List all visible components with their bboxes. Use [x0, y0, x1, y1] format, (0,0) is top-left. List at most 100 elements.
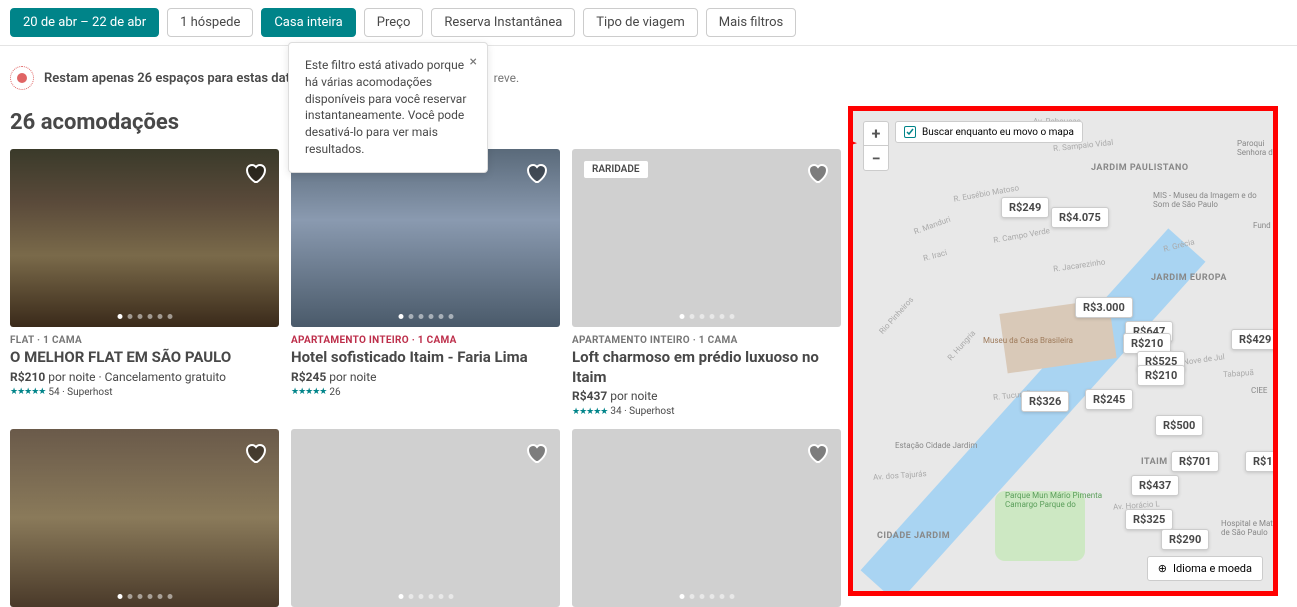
listing-card[interactable] [572, 429, 841, 607]
map-street-label: R. Iraci [922, 248, 948, 263]
listing-card[interactable]: RARIDADE APARTAMENTO INTEIRO · 1 CAMA Loft… [572, 149, 841, 417]
map-price-marker[interactable]: R$437 [1131, 475, 1179, 496]
map-street-label: R. Hungria [946, 329, 977, 363]
filter-dates[interactable]: 20 de abr – 22 de abr [10, 8, 159, 37]
listing-card[interactable] [10, 429, 279, 607]
wishlist-heart-icon[interactable] [805, 161, 829, 185]
map-poi-label: Paroqui Senhora d [1237, 139, 1273, 157]
listing-image[interactable] [291, 149, 560, 327]
listing-price: R$245 por noite [291, 370, 560, 384]
map-neighborhood-label: JARDIM PAULISTANO [1091, 163, 1189, 173]
notice-text: Restam apenas 26 espaços para estas data… [44, 71, 304, 86]
listing-image[interactable] [10, 149, 279, 327]
listing-rating: ★★★★★26 [291, 387, 560, 398]
wishlist-heart-icon[interactable] [524, 161, 548, 185]
filter-bar: 20 de abr – 22 de abr 1 hóspede Casa int… [0, 0, 1297, 46]
listing-card[interactable]: FLAT · 1 CAMA O MELHOR FLAT EM SÃO PAULO R… [10, 149, 279, 417]
map-neighborhood-label: CIDADE JARDIM [877, 531, 950, 541]
listings-column: 26 acomodações FLAT · 1 CAMAO MELHOR FLA… [0, 106, 848, 607]
zoom-out-button[interactable]: − [864, 146, 888, 170]
map-street-label: R. Campo Verde [993, 226, 1051, 245]
filter-more[interactable]: Mais filtros [706, 8, 797, 37]
tooltip-text: Este filtro está ativado porque há vária… [305, 58, 466, 156]
map-street-label: Av. dos Tajurás [873, 469, 927, 482]
map-street-label: Tabapuã [1223, 368, 1254, 379]
wishlist-heart-icon[interactable] [524, 441, 548, 465]
listing-image[interactable] [572, 429, 841, 607]
map-poi-label: Fund [1253, 221, 1271, 230]
availability-notice: Restam apenas 26 espaços para estas data… [0, 46, 1297, 106]
carousel-dots [398, 594, 453, 599]
map-street-label: Nove de Jul [1183, 352, 1226, 367]
map-price-marker[interactable]: R$3.000 [1075, 297, 1133, 318]
map-price-marker[interactable]: R$249 [1001, 197, 1049, 218]
wishlist-heart-icon[interactable] [805, 441, 829, 465]
listing-meta: APARTAMENTO INTEIRO · 1 CAMA [291, 335, 560, 346]
close-icon[interactable]: × [470, 53, 477, 73]
map-price-marker[interactable]: R$500 [1155, 415, 1203, 436]
star-icon: ★★★★★ [572, 407, 607, 417]
listing-image[interactable] [10, 429, 279, 607]
listing-title: Loft charmoso em prédio luxuoso no Itaim [572, 348, 841, 387]
map-frame: + − Buscar enquanto eu movo o mapa R. Sa… [848, 106, 1278, 596]
map-poi-label: CIEE [1251, 386, 1267, 395]
rarity-badge: RARIDADE [584, 161, 648, 178]
carousel-dots [679, 314, 734, 319]
filter-entire-home[interactable]: Casa inteira [261, 8, 355, 37]
filter-tooltip: Este filtro está ativado porque há vária… [288, 42, 488, 173]
filter-guests[interactable]: 1 hóspede [167, 8, 253, 37]
listing-card[interactable]: APARTAMENTO INTEIRO · 1 CAMA Hotel sofist… [291, 149, 560, 417]
alert-icon [10, 66, 34, 90]
wishlist-heart-icon[interactable] [243, 161, 267, 185]
map-poi-label: Parque Mun Mário Pimenta Camargo Parque … [1005, 491, 1115, 509]
map-poi-label: MIS - Museu da Imagem e do Som de São Pa… [1153, 191, 1263, 209]
listing-rating: ★★★★★54 · Superhost [10, 387, 279, 398]
map-poi-label: Museu da Casa Brasileira [983, 336, 1073, 345]
listing-price: R$437 por noite [572, 389, 841, 403]
listing-rating: ★★★★★34 · Superhost [572, 406, 841, 417]
notice-sub: reve. [494, 71, 520, 85]
listing-title: O MELHOR FLAT EM SÃO PAULO [10, 348, 279, 368]
listing-image[interactable] [291, 429, 560, 607]
map-search-toggle[interactable]: Buscar enquanto eu movo o mapa [895, 121, 1083, 143]
carousel-dots [398, 314, 453, 319]
listing-card[interactable] [291, 429, 560, 607]
map-poi-label: Estação Cidade Jardim [895, 441, 977, 450]
listing-title: Hotel sofisticado Itaim - Faria Lima [291, 348, 560, 368]
map-price-marker[interactable]: R$180 [1245, 451, 1278, 472]
map-price-marker[interactable]: R$326 [1021, 391, 1069, 412]
map-canvas[interactable]: R. Sampaio VidalAv. RebouçasR. Eusébio M… [853, 111, 1273, 591]
listing-image[interactable]: RARIDADE [572, 149, 841, 327]
carousel-dots [679, 594, 734, 599]
star-icon: ★★★★★ [291, 387, 326, 397]
map-price-marker[interactable]: R$4.075 [1051, 207, 1109, 228]
filter-price[interactable]: Preço [364, 8, 424, 37]
map-price-marker[interactable]: R$290 [1161, 529, 1209, 550]
zoom-in-button[interactable]: + [864, 122, 888, 146]
map-poi-label: Hospital e Mat de São Paulo [1221, 519, 1273, 537]
zoom-control: + − [863, 121, 889, 171]
language-currency-button[interactable]: ⊕ Idioma e moeda [1147, 556, 1263, 581]
map-price-marker[interactable]: R$325 [1125, 509, 1173, 530]
map-price-marker[interactable]: R$429 [1231, 329, 1278, 350]
map-column: + − Buscar enquanto eu movo o mapa R. Sa… [848, 106, 1297, 607]
filter-instant[interactable]: Reserva Instantânea [431, 8, 575, 37]
cards-grid: FLAT · 1 CAMA O MELHOR FLAT EM SÃO PAULO R… [10, 149, 838, 607]
map-price-marker[interactable]: R$701 [1171, 451, 1219, 472]
carousel-dots [117, 314, 172, 319]
map-street-label: R. Jacarezinho [1053, 257, 1106, 273]
map-street-label: R. Manduri [913, 215, 952, 237]
filter-trip-type[interactable]: Tipo de viagem [583, 8, 697, 37]
wishlist-heart-icon[interactable] [243, 441, 267, 465]
carousel-dots [117, 594, 172, 599]
map-price-marker[interactable]: R$210 [1137, 365, 1185, 386]
map-neighborhood-label: JARDIM EUROPA [1151, 273, 1227, 283]
map-price-marker[interactable]: R$245 [1085, 389, 1133, 410]
listing-meta: FLAT · 1 CAMA [10, 335, 279, 346]
listing-meta: APARTAMENTO INTEIRO · 1 CAMA [572, 335, 841, 346]
listing-price: R$210 por noite · Cancelamento gratuito [10, 370, 279, 384]
star-icon: ★★★★★ [10, 387, 45, 397]
checkbox-icon [904, 126, 916, 138]
map-street-label: Rio Pinheiros [877, 295, 915, 336]
map-search-label: Buscar enquanto eu movo o mapa [922, 127, 1074, 138]
